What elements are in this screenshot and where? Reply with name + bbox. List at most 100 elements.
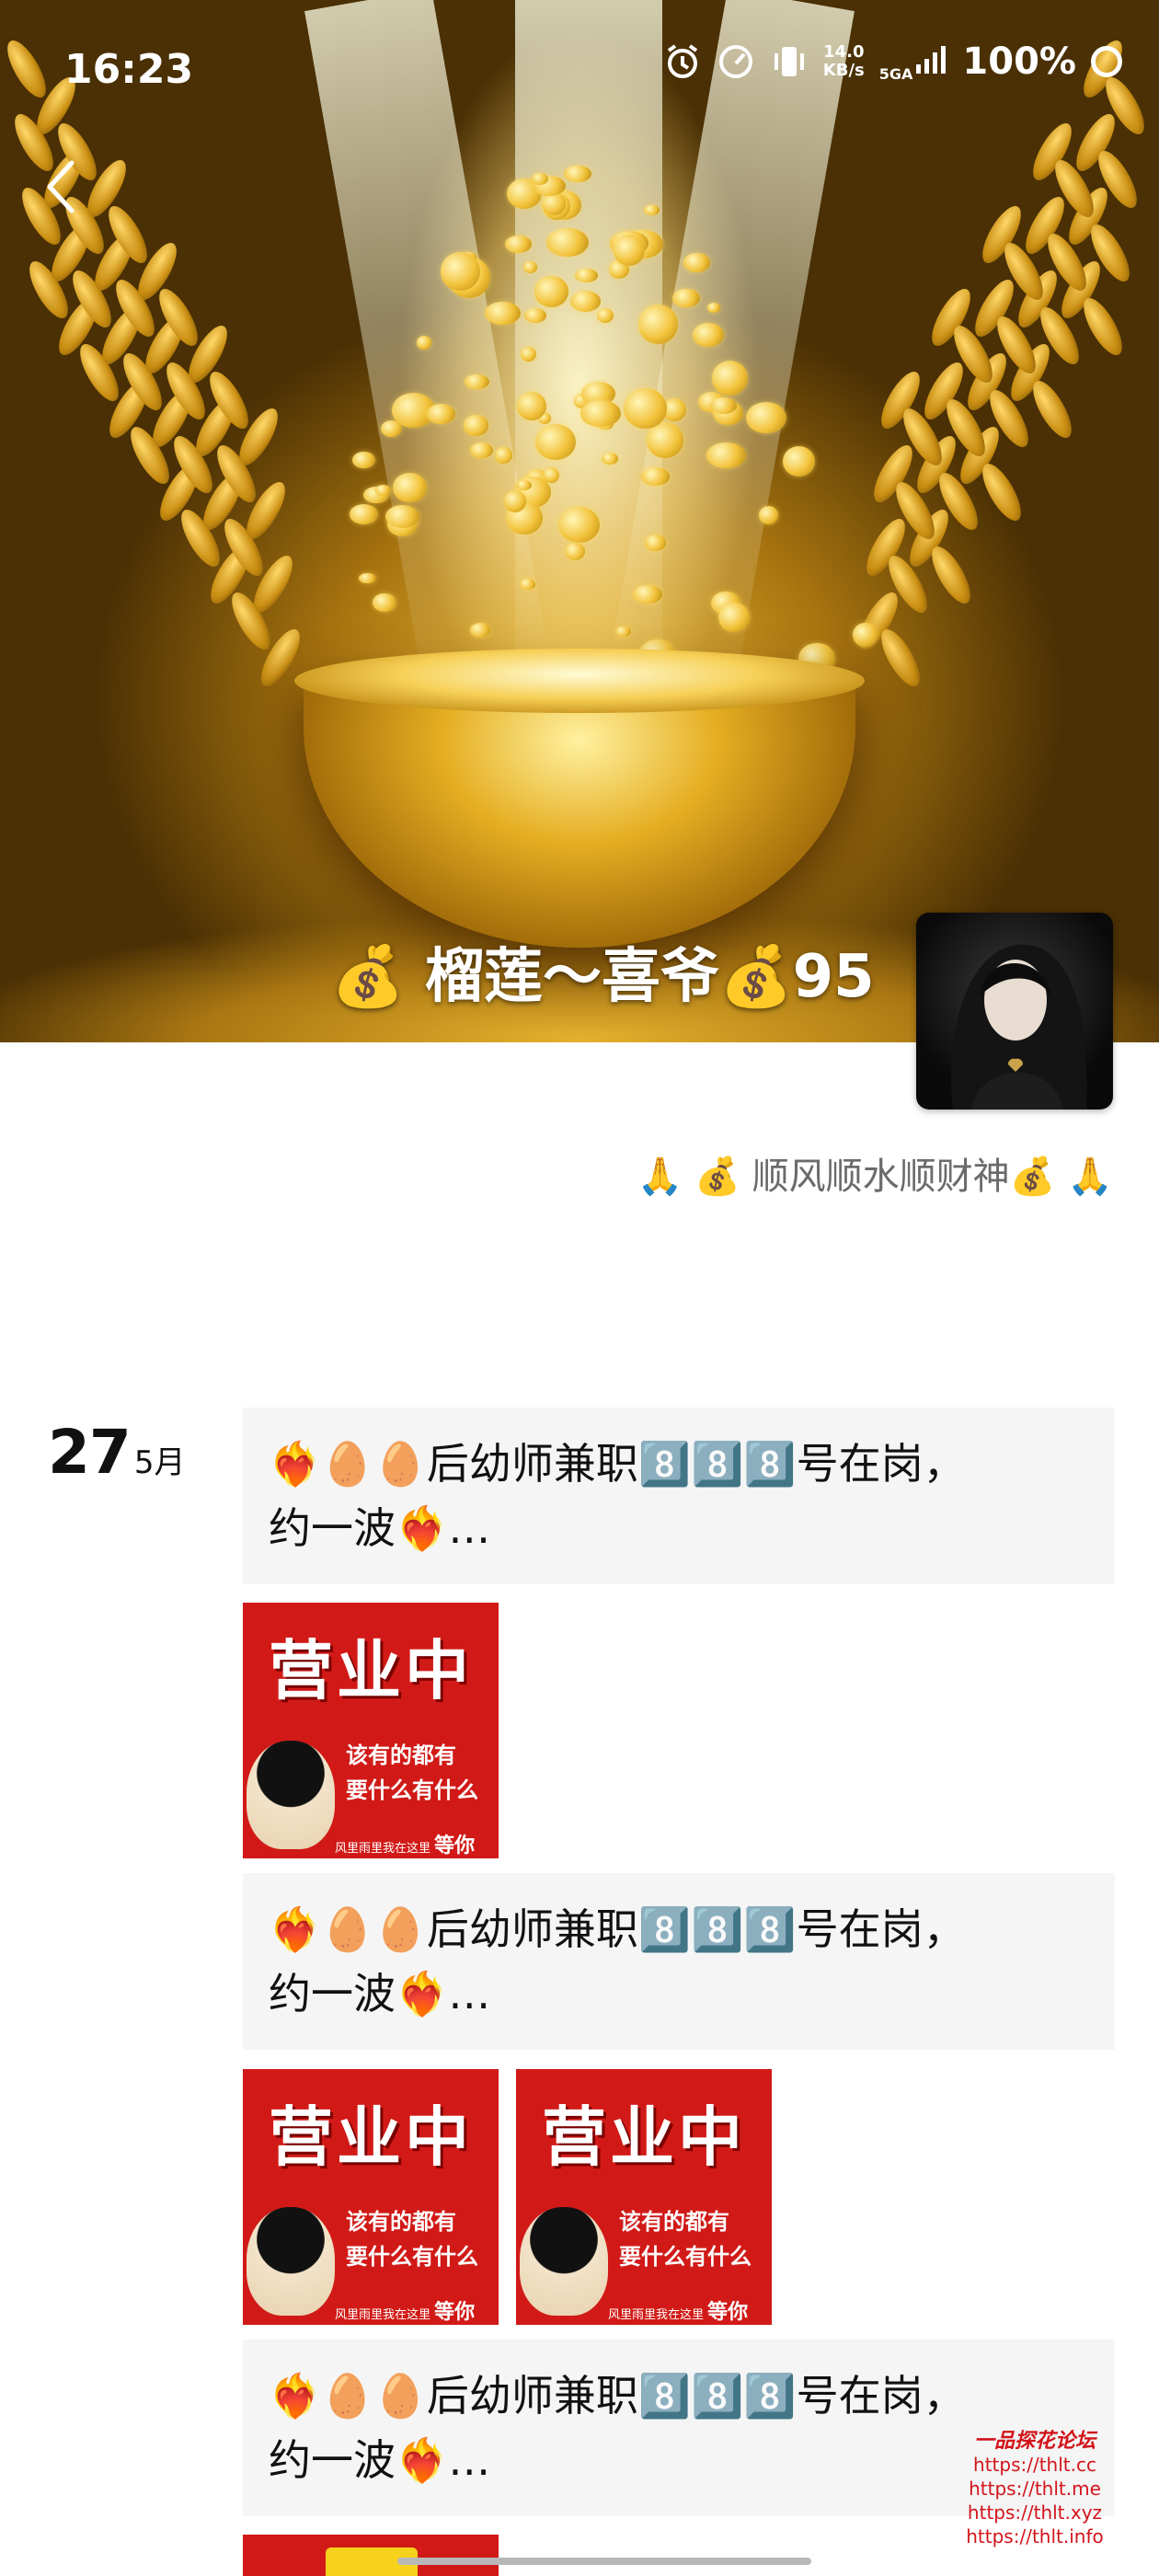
coin xyxy=(758,505,779,525)
thumb-line: 要什么有什么 xyxy=(346,2244,478,2270)
signal-icon xyxy=(916,40,947,83)
coin xyxy=(613,235,645,266)
watermark-url: https://thlt.me xyxy=(969,2478,1101,2500)
alarm-icon xyxy=(663,42,702,81)
coin xyxy=(692,323,725,348)
coin xyxy=(534,276,568,307)
coin xyxy=(557,506,600,543)
coin xyxy=(746,401,787,433)
thumb-foot-big: 等你 xyxy=(434,1834,476,1857)
watermark-title: 一品探花论坛 xyxy=(973,2429,1096,2453)
battery-percent: 100% xyxy=(962,40,1076,83)
coin xyxy=(852,622,878,648)
meme-face xyxy=(247,1741,335,1849)
coin xyxy=(545,227,590,258)
thumb-foot: 风里雨里我在这里 等你 xyxy=(335,2295,475,2325)
wheat-grain xyxy=(874,624,927,692)
coin xyxy=(352,451,375,469)
cover-image[interactable] xyxy=(0,0,1159,1042)
post-date: 27 5月 xyxy=(48,1417,186,1488)
wheat-grain xyxy=(1026,375,1079,443)
profile-signature: 🙏 💰 顺风顺水顺财神💰 🙏 xyxy=(637,1156,1113,1198)
battery-ring-icon xyxy=(1091,46,1122,77)
watermark-url: https://thlt.info xyxy=(966,2525,1104,2547)
coin xyxy=(392,472,428,503)
status-icons: 14.0 KB/s 5GA 100% xyxy=(663,40,1122,83)
coin xyxy=(349,504,378,524)
thumb-title: 营业中 xyxy=(269,2099,473,2175)
thumb-foot-small: 风里雨里我在这里 xyxy=(335,2308,431,2322)
thumb-foot: 风里雨里我在这里 等你 xyxy=(608,2295,748,2325)
coin xyxy=(521,346,536,362)
avatar[interactable] xyxy=(916,913,1113,1110)
home-indicator[interactable] xyxy=(397,2558,811,2565)
network-speed-value: 14.0 xyxy=(823,42,865,62)
network-speed: 14.0 KB/s xyxy=(823,43,865,80)
post-text-line: 约一波❤️‍🔥… xyxy=(269,1503,491,1553)
thumb-title: 营业中 xyxy=(269,1633,473,1708)
coin xyxy=(644,535,666,551)
thumb-foot-small: 风里雨里我在这里 xyxy=(608,2308,705,2322)
status-time: 16:23 xyxy=(64,46,194,93)
vibrate-icon xyxy=(770,42,809,81)
post-text-line: 约一波❤️‍🔥… xyxy=(269,1969,491,2018)
speedometer-icon xyxy=(717,42,755,81)
thumb-line: 该有的都有 xyxy=(346,2209,456,2235)
coin xyxy=(532,172,549,185)
thumb-title: 营业中 xyxy=(542,2099,746,2175)
network-speed-unit: KB/s xyxy=(822,61,865,80)
golden-bowl-rim xyxy=(294,649,865,713)
thumb-foot-big: 等你 xyxy=(434,2301,476,2324)
thumb-foot-big: 等你 xyxy=(707,2301,749,2324)
coin xyxy=(441,251,480,292)
coin xyxy=(706,442,746,468)
coin xyxy=(564,166,591,182)
watermark: 一品探花论坛 https://thlt.cc https://thlt.me h… xyxy=(947,2429,1122,2548)
wheat-grain xyxy=(924,541,978,609)
coin xyxy=(683,253,710,272)
wheat-grain xyxy=(975,458,1028,526)
coin xyxy=(484,301,521,326)
coin xyxy=(358,572,377,584)
coin xyxy=(494,447,512,464)
network-type: 5GA xyxy=(878,65,913,83)
watermark-url: https://thlt.cc xyxy=(973,2454,1096,2476)
coin xyxy=(711,360,749,396)
post-text-line: ❤️‍🔥🥚🥚后幼师兼职8️⃣8️⃣8️⃣号在岗， xyxy=(269,2371,966,2421)
post-date-day: 27 xyxy=(48,1417,132,1488)
coin xyxy=(504,236,532,253)
coin xyxy=(641,467,670,486)
thumb-line: 要什么有什么 xyxy=(346,1777,478,1803)
back-button[interactable] xyxy=(33,155,88,219)
post-text-line: ❤️‍🔥🥚🥚后幼师兼职8️⃣8️⃣8️⃣号在岗， xyxy=(269,1904,966,1954)
thumb-line: 该有的都有 xyxy=(346,1742,456,1768)
post-date-month: 5月 xyxy=(133,1444,186,1481)
post-image[interactable]: 营业中 该有的都有 要什么有什么 风里雨里我在这里 等你 xyxy=(243,1603,499,1858)
meme-face xyxy=(520,2207,608,2316)
coin xyxy=(782,446,816,477)
meme-face xyxy=(247,2207,335,2316)
coin xyxy=(463,415,489,436)
post-text[interactable]: ❤️‍🔥🥚🥚后幼师兼职8️⃣8️⃣8️⃣号在岗， 约一波❤️‍🔥… xyxy=(243,1873,1115,2050)
coin xyxy=(615,626,632,637)
avatar-portrait xyxy=(951,944,1087,1110)
post-image[interactable] xyxy=(243,2535,499,2576)
coin xyxy=(427,404,455,425)
post-text[interactable]: ❤️‍🔥🥚🥚后幼师兼职8️⃣8️⃣8️⃣号在岗， 约一波❤️‍🔥… xyxy=(243,1408,1115,1584)
coin xyxy=(596,307,614,324)
coin xyxy=(416,336,431,350)
thumb-foot: 风里雨里我在这里 等你 xyxy=(335,1829,475,1858)
coin xyxy=(706,303,721,313)
coin xyxy=(515,479,532,490)
post-text-line: ❤️‍🔥🥚🥚后幼师兼职8️⃣8️⃣8️⃣号在岗， xyxy=(269,1439,966,1489)
thumb-foot-small: 风里雨里我在这里 xyxy=(335,1842,431,1856)
status-bar: 16:23 14.0 KB/s 5GA 100% xyxy=(0,0,1159,138)
coin xyxy=(373,592,397,612)
coin xyxy=(385,504,420,528)
post-image[interactable]: 营业中 该有的都有 要什么有什么 风里雨里我在这里 等你 xyxy=(243,2069,499,2325)
coin xyxy=(565,543,586,560)
coin xyxy=(624,388,667,430)
post-image[interactable]: 营业中 该有的都有 要什么有什么 风里雨里我在这里 等你 xyxy=(516,2069,772,2325)
signal-group: 5GA xyxy=(879,40,948,83)
watermark-url: https://thlt.xyz xyxy=(967,2501,1103,2524)
